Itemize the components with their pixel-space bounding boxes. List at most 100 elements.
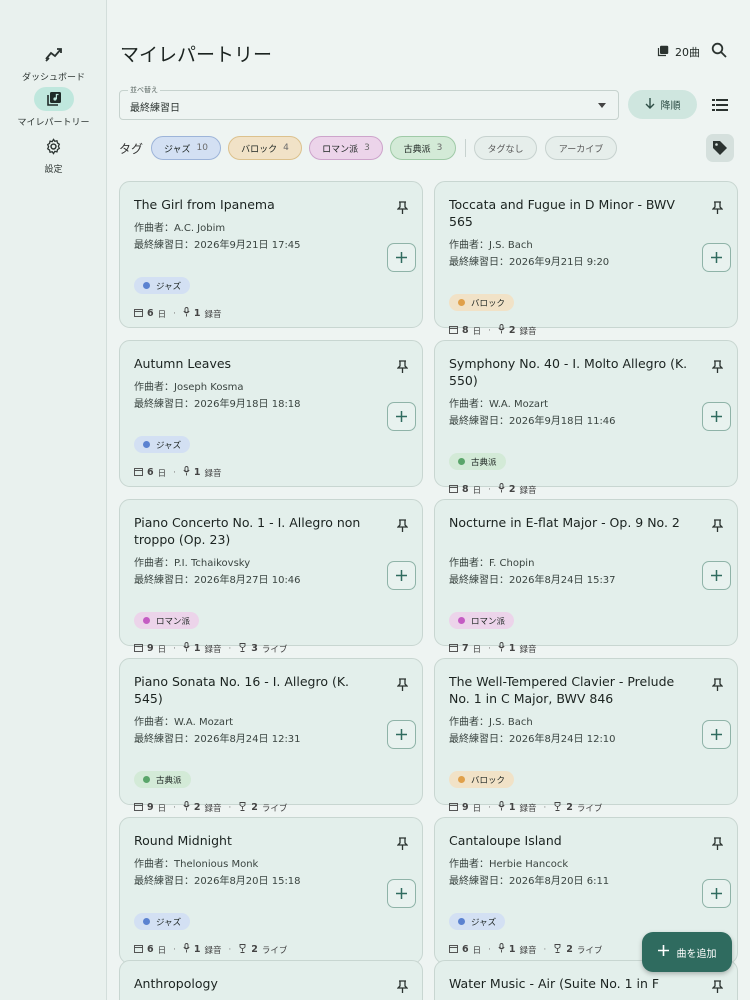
- song-card[interactable]: The Girl from Ipanema 作曲者：A.C. Jobim 最終練習日…: [119, 181, 423, 328]
- composer-name: Herbie Hancock: [489, 859, 569, 870]
- calendar-icon: [134, 308, 143, 320]
- genre-dot: [458, 918, 465, 925]
- last-practiced-date: 2026年8月27日 10:46: [194, 575, 301, 586]
- pin-icon[interactable]: [711, 677, 724, 696]
- genre-tag: バロック: [449, 771, 515, 788]
- add-practice-button[interactable]: [702, 720, 731, 749]
- add-practice-button[interactable]: [387, 561, 416, 590]
- genre-dot: [458, 776, 465, 783]
- pin-icon[interactable]: [396, 200, 409, 219]
- add-practice-button[interactable]: [387, 243, 416, 272]
- nav-repertoire[interactable]: マイレパートリー: [0, 87, 107, 128]
- filter-chip[interactable]: アーカイブ: [545, 136, 617, 160]
- pin-icon[interactable]: [396, 836, 409, 855]
- add-song-button[interactable]: 曲を追加: [642, 932, 732, 972]
- add-practice-button[interactable]: [702, 402, 731, 431]
- pin-icon[interactable]: [396, 677, 409, 696]
- pin-icon[interactable]: [711, 836, 724, 855]
- add-practice-button[interactable]: [387, 402, 416, 431]
- add-practice-button[interactable]: [387, 720, 416, 749]
- add-practice-button[interactable]: [702, 561, 731, 590]
- pin-icon[interactable]: [396, 359, 409, 378]
- last-practiced-prefix: 最終練習日：: [449, 257, 509, 268]
- song-count-label: 20曲: [675, 46, 700, 59]
- calendar-icon: [134, 467, 143, 479]
- filter-chip-label: アーカイブ: [558, 144, 604, 155]
- composer-name: W.A. Mozart: [174, 717, 234, 728]
- last-practiced-date: 2026年8月24日 12:10: [509, 734, 616, 745]
- song-title: Cantaloupe Island: [449, 833, 562, 848]
- days-value: 6: [147, 308, 154, 319]
- page-title: マイレパートリー: [120, 44, 273, 66]
- composer-prefix: 作曲者：: [134, 859, 174, 870]
- list-view-icon[interactable]: [712, 97, 728, 116]
- stat-separator: ·: [173, 308, 176, 319]
- days-unit: 日: [157, 945, 167, 956]
- add-practice-button[interactable]: [387, 879, 416, 908]
- tag-chip[interactable]: ロマン派 3: [309, 136, 383, 160]
- last-practiced-date: 2026年8月20日 6:11: [509, 876, 610, 887]
- tag-chip-count: 3: [436, 143, 443, 153]
- last-practiced-line: 最終練習日：2026年8月20日 15:18: [134, 872, 301, 887]
- add-song-label: 曲を追加: [676, 948, 717, 960]
- library-icon: [33, 87, 74, 111]
- plus-icon: [711, 884, 722, 903]
- nav-dashboard[interactable]: ダッシュボード: [0, 42, 107, 83]
- composer-name: W.A. Mozart: [489, 399, 549, 410]
- song-stats: 8 日 · 2 録音: [449, 324, 536, 337]
- sort-select[interactable]: 並べ替え 最終練習日: [119, 85, 619, 120]
- composer-name: F. Chopin: [489, 558, 535, 569]
- pin-icon[interactable]: [396, 518, 409, 537]
- song-card[interactable]: Round Midnight 作曲者：Thelonious Monk 最終練習日：2…: [119, 817, 423, 964]
- mic-icon: [183, 307, 190, 320]
- sort-order-button[interactable]: 降順: [628, 90, 697, 119]
- sort-order-label: 降順: [660, 101, 681, 112]
- song-card[interactable]: Piano Concerto No. 1 - I. Allegro non tr…: [119, 499, 423, 655]
- song-stats: 9 日 · 2 録音 · 2 ライブ: [134, 801, 287, 814]
- song-card[interactable]: Piano Sonata No. 16 - I. Allegro (K. 545…: [119, 658, 423, 814]
- days-unit: 日: [157, 468, 167, 479]
- calendar-icon: [449, 325, 458, 337]
- tag-chip[interactable]: バロック 4: [228, 136, 302, 160]
- composer-prefix: 作曲者：: [134, 382, 174, 393]
- composer-name: J.S. Bach: [489, 717, 533, 728]
- last-practiced-line: 最終練習日：2026年9月18日 11:46: [449, 412, 616, 427]
- song-card[interactable]: The Well-Tempered Clavier - Prelude No. …: [434, 658, 738, 814]
- song-card[interactable]: Symphony No. 40 - I. Molto Allegro (K. 5…: [434, 340, 738, 496]
- pin-icon[interactable]: [711, 518, 724, 537]
- search-icon[interactable]: [711, 42, 727, 62]
- tag-chip[interactable]: ジャズ 10: [151, 136, 221, 160]
- recordings-unit: 録音: [519, 945, 537, 956]
- song-stats: 6 日 · 1 録音 · 2 ライブ: [134, 943, 287, 956]
- days-value: 9: [462, 802, 469, 813]
- song-card[interactable]: Anthropology: [119, 960, 423, 1000]
- stat-separator: ·: [228, 802, 232, 813]
- composer-line: 作曲者：A.C. Jobim: [134, 219, 225, 234]
- trophy-icon: [553, 943, 562, 956]
- pin-icon[interactable]: [396, 979, 409, 998]
- filter-chip[interactable]: タグなし: [474, 136, 537, 160]
- genre-dot: [143, 282, 150, 289]
- tag-icon[interactable]: [706, 134, 734, 162]
- lives-unit: ライブ: [576, 803, 603, 814]
- pin-icon[interactable]: [711, 200, 724, 219]
- pin-icon[interactable]: [711, 359, 724, 378]
- mic-icon: [498, 483, 505, 496]
- pin-icon[interactable]: [711, 979, 724, 998]
- song-card[interactable]: Autumn Leaves 作曲者：Joseph Kosma 最終練習日：2026年…: [119, 340, 423, 487]
- genre-tag: バロック: [449, 294, 515, 311]
- recordings-unit: 録音: [519, 803, 537, 814]
- last-practiced-line: 最終練習日：2026年9月21日 17:45: [134, 236, 301, 251]
- nav-settings[interactable]: 設定: [0, 134, 107, 175]
- add-practice-button[interactable]: [702, 879, 731, 908]
- last-practiced-prefix: 最終練習日：: [134, 876, 194, 887]
- plus-icon: [711, 248, 722, 267]
- add-practice-button[interactable]: [702, 243, 731, 272]
- song-title: Autumn Leaves: [134, 356, 232, 371]
- tag-chip[interactable]: 古典派 3: [390, 136, 456, 160]
- recordings-value: 1: [508, 802, 516, 813]
- song-card[interactable]: Toccata and Fugue in D Minor - BWV 565 作曲…: [434, 181, 738, 337]
- song-card[interactable]: Nocturne in E-flat Major - Op. 9 No. 2 作曲…: [434, 499, 738, 655]
- last-practiced-line: 最終練習日：2026年8月24日 12:10: [449, 730, 616, 745]
- last-practiced-prefix: 最終練習日：: [449, 876, 509, 887]
